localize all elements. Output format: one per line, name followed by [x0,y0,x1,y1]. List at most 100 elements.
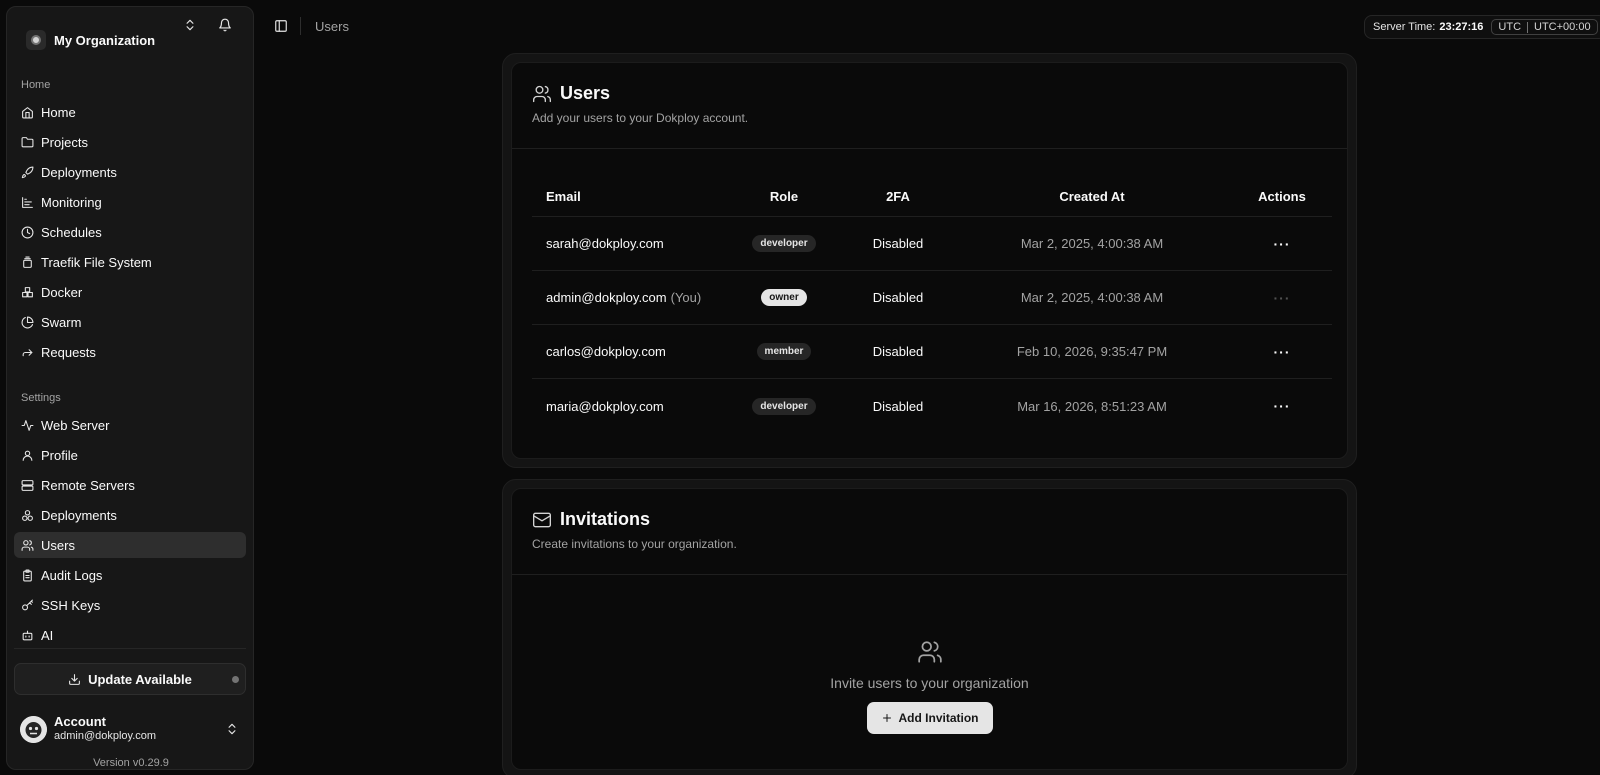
sidebar-item-home[interactable]: Home [14,99,246,125]
sidebar-item-settings-deployments[interactable]: Deployments [14,502,246,528]
download-icon [69,673,81,685]
sidebar-item-label: SSH Keys [41,597,101,613]
card-divider [512,574,1347,575]
invitations-card: Invitations Create invitations to your o… [502,479,1357,775]
role-badge: owner [761,289,807,306]
column-header-2fa: 2FA [886,189,910,204]
sidebar-item-label: Home [41,104,76,120]
bell-icon[interactable] [218,18,232,32]
column-header-role: Role [769,189,799,204]
update-available-button[interactable]: Update Available [14,663,246,695]
sidebar-item-label: Projects [41,134,88,150]
table-row: maria@dokploy.com developer Disabled Mar… [532,379,1332,433]
boxes-icon [22,509,33,521]
server-time-label: Server Time: [1373,21,1436,33]
sidebar-item-audit-logs[interactable]: Audit Logs [14,562,246,588]
sidebar-item-label: Profile [41,447,78,463]
sidebar-item-label: Schedules [41,224,102,240]
activity-icon [21,419,34,431]
add-invitation-button[interactable]: Add Invitation [866,702,993,734]
chart-icon [22,196,33,208]
sidebar-item-label: Monitoring [41,194,102,210]
users-icon [21,539,34,551]
created-at: Mar 2, 2025, 4:00:38 AM [1020,290,1164,305]
table-row: sarah@dokploy.com developer Disabled Mar… [532,217,1332,271]
sidebar-item-label: Remote Servers [41,477,135,493]
timezone-name: UTC [1498,21,1522,33]
sidebar-item-projects[interactable]: Projects [14,129,246,155]
organization-switcher[interactable]: My Organization [19,22,243,58]
timezone-offset: UTC+00:00 [1534,21,1591,33]
sidebar-item-traefik[interactable]: Traefik File System [14,249,246,275]
sidebar-item-monitoring[interactable]: Monitoring [14,189,246,215]
sidebar-item-requests[interactable]: Requests [14,339,246,365]
user-email: carlos@dokploy.com [546,344,666,359]
sidebar-item-deployments[interactable]: Deployments [14,159,246,185]
server-time-display: Server Time: 23:27:16 UTC UTC+00:00 [1364,15,1600,39]
twofa-status: Disabled [872,344,924,359]
card-divider [512,148,1347,149]
column-header-actions: Actions [1258,189,1306,204]
user-email: maria@dokploy.com [546,398,664,414]
created-at: Mar 16, 2026, 8:51:23 AM [1017,398,1167,414]
server-time-value: 23:27:16 [1439,21,1484,33]
sidebar-item-label: Swarm [41,314,82,330]
user-email: admin@dokploy.com [546,290,667,305]
row-actions-button[interactable]: ··· [1274,236,1291,252]
users-table: Email Role 2FA Created At Actions sarah@… [532,177,1332,433]
sidebar-item-ai[interactable]: AI [14,622,246,648]
role-badge: developer [752,235,816,252]
timezone-badge: UTC UTC+00:00 [1491,19,1598,35]
sidebar-item-users[interactable]: Users [14,532,246,558]
key-icon [22,599,33,610]
app-version: Version v0.29.9 [93,757,169,769]
plus-icon [882,714,891,722]
sidebar-item-ssh-keys[interactable]: SSH Keys [14,592,246,618]
mail-icon [533,512,551,527]
row-actions-button[interactable]: ··· [1274,344,1291,360]
rocket-icon [21,166,34,178]
home-group-label: Home [21,79,51,91]
organization-logo [26,30,46,50]
sidebar-item-label: Users [41,537,75,553]
column-header-created-at: Created At [1059,189,1125,204]
column-header-email: Email [546,189,581,204]
created-at: Feb 10, 2026, 9:35:47 PM [1016,344,1168,359]
sidebar-item-schedules[interactable]: Schedules [14,219,246,245]
users-card-description: Add your users to your Dokploy account. [532,111,749,125]
sidebar-item-swarm[interactable]: Swarm [14,309,246,335]
sidebar-item-label: Traefik File System [41,254,152,270]
users-card: Users Add your users to your Dokploy acc… [502,53,1357,468]
sidebar-item-label: Deployments [41,507,117,523]
users-icon [917,641,942,663]
invitations-card-title: Invitations [560,509,651,529]
account-email: admin@dokploy.com [54,730,157,742]
boxes-icon [22,286,33,297]
settings-group-label: Settings [21,392,61,404]
account-title: Account [54,714,106,729]
account-menu[interactable]: Account admin@dokploy.com [14,709,246,749]
sidebar-item-label: Requests [41,344,96,360]
breadcrumb[interactable]: Users [315,19,349,34]
user-email: sarah@dokploy.com [546,236,664,251]
row-actions-button[interactable]: ··· [1274,398,1291,414]
row-actions-button: ··· [1273,289,1291,306]
sidebar: My Organization Home Home Projects Deplo… [6,6,254,770]
update-available-label: Update Available [88,671,192,687]
sidebar-item-web-server[interactable]: Web Server [14,412,246,438]
users-card-title: Users [560,83,611,103]
sidebar-item-profile[interactable]: Profile [14,442,246,468]
sidebar-item-remote-servers[interactable]: Remote Servers [14,472,246,498]
pie-icon [21,316,34,328]
created-at: Mar 2, 2025, 4:00:38 AM [1020,236,1164,251]
home-icon [22,106,33,118]
clipboard-icon [23,569,32,581]
chevrons-up-down-icon[interactable] [183,18,197,32]
sidebar-item-label: AI [41,627,54,643]
sidebar-toggle-icon[interactable] [274,19,288,33]
update-indicator-dot [232,676,239,683]
chevrons-up-down-icon[interactable] [225,722,239,736]
user-icon [22,450,33,461]
sidebar-item-docker[interactable]: Docker [14,279,246,305]
current-user-marker: (You) [670,290,702,305]
